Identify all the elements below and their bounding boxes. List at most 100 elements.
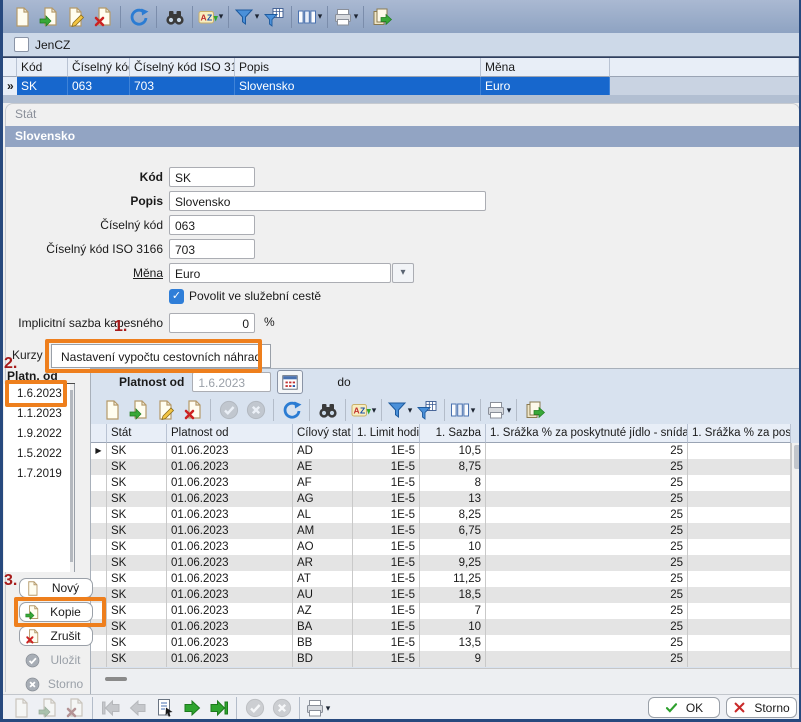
- cell[interactable]: 13: [420, 491, 486, 507]
- rates-grid[interactable]: StátPlatnost odCílový stat1. Limit hodin…: [91, 424, 791, 667]
- new-record-button[interactable]: [8, 3, 35, 30]
- cell[interactable]: 25: [486, 571, 688, 587]
- column-header[interactable]: Popis: [235, 58, 481, 77]
- cell[interactable]: 01.06.2023: [167, 603, 293, 619]
- cell[interactable]: 063: [68, 77, 130, 96]
- cell[interactable]: Euro: [481, 77, 610, 96]
- rate-row[interactable]: SK01.06.2023AO1E-51025: [91, 539, 791, 555]
- cell[interactable]: 25: [486, 603, 688, 619]
- platnost-od-input[interactable]: 1.6.2023: [192, 372, 271, 392]
- rate-row[interactable]: SK01.06.2023BD1E-5925: [91, 651, 791, 667]
- cell[interactable]: BD: [293, 651, 353, 667]
- validity-item[interactable]: 1.5.2022: [4, 444, 70, 464]
- cell[interactable]: 01.06.2023: [167, 539, 293, 555]
- new-rate-button[interactable]: [98, 397, 125, 424]
- cell[interactable]: 01.06.2023: [167, 475, 293, 491]
- cell[interactable]: 1E-5: [353, 651, 420, 667]
- sort-button[interactable]: ▾: [197, 3, 224, 30]
- cell[interactable]: BB: [293, 635, 353, 651]
- cell[interactable]: AG: [293, 491, 353, 507]
- countries-grid[interactable]: KódČíselný kódČíselný kód ISO 3166PopisM…: [3, 57, 799, 97]
- cell[interactable]: 10,5: [420, 443, 486, 459]
- cell[interactable]: Slovensko: [235, 77, 481, 96]
- cell[interactable]: SK: [107, 523, 167, 539]
- cell[interactable]: 11,25: [420, 571, 486, 587]
- cell[interactable]: [688, 443, 791, 459]
- validity-item[interactable]: 1.1.2023: [4, 404, 70, 424]
- cell[interactable]: 1E-5: [353, 491, 420, 507]
- cell[interactable]: 25: [486, 619, 688, 635]
- cell[interactable]: 1E-5: [353, 571, 420, 587]
- mena-combo[interactable]: Euro: [169, 263, 391, 283]
- cell[interactable]: 25: [486, 459, 688, 475]
- cell[interactable]: [688, 603, 791, 619]
- pocket-rate-input[interactable]: 0: [169, 313, 255, 333]
- rate-row[interactable]: SK01.06.2023BA1E-51025: [91, 619, 791, 635]
- cell[interactable]: 8,25: [420, 507, 486, 523]
- cell[interactable]: 8: [420, 475, 486, 491]
- cell[interactable]: 01.06.2023: [167, 507, 293, 523]
- popis-input[interactable]: Slovensko: [169, 191, 486, 211]
- validity-item[interactable]: 1.7.2019: [4, 464, 70, 484]
- cell[interactable]: [688, 651, 791, 667]
- cell[interactable]: [688, 555, 791, 571]
- sort-rates-button[interactable]: ▾: [350, 397, 377, 424]
- export-rates-button[interactable]: [521, 397, 548, 424]
- cell[interactable]: 9,25: [420, 555, 486, 571]
- ciselny-kod-input[interactable]: 063: [169, 215, 255, 235]
- cell[interactable]: SK: [107, 635, 167, 651]
- rate-row[interactable]: ▶SK01.06.2023AD1E-510,525: [91, 443, 791, 459]
- cell[interactable]: 10: [420, 539, 486, 555]
- novy-button[interactable]: Nový: [19, 578, 93, 598]
- cell[interactable]: 1E-5: [353, 475, 420, 491]
- print-button[interactable]: ▾: [332, 3, 359, 30]
- cell[interactable]: 18,5: [420, 587, 486, 603]
- cell[interactable]: [688, 491, 791, 507]
- cell[interactable]: [688, 571, 791, 587]
- rate-row[interactable]: SK01.06.2023AG1E-51325: [91, 491, 791, 507]
- delete-rate-button[interactable]: [179, 397, 206, 424]
- cell[interactable]: 7: [420, 603, 486, 619]
- allow-trip-checkbox[interactable]: ✓: [169, 289, 184, 304]
- column-header[interactable]: 1. Srážka % za poskytnuté jídlo - snídan…: [486, 424, 688, 443]
- edit-record-button[interactable]: [62, 3, 89, 30]
- cell[interactable]: AZ: [293, 603, 353, 619]
- columns-button[interactable]: ▾: [296, 3, 323, 30]
- copy-rate-button[interactable]: [125, 397, 152, 424]
- cell[interactable]: 01.06.2023: [167, 635, 293, 651]
- last-record-button[interactable]: [205, 695, 232, 722]
- find-button[interactable]: [161, 3, 188, 30]
- print-rates-button[interactable]: ▾: [485, 397, 512, 424]
- cell[interactable]: [688, 619, 791, 635]
- column-header[interactable]: Číselný kód ISO 3166: [130, 58, 235, 77]
- filter-rates-button[interactable]: ▾: [386, 397, 413, 424]
- rates-hscroll-thumb[interactable]: [105, 677, 127, 681]
- rate-row[interactable]: SK01.06.2023BB1E-513,525: [91, 635, 791, 651]
- column-header[interactable]: Platnost od: [167, 424, 293, 443]
- jencz-checkbox[interactable]: [14, 37, 29, 52]
- cell[interactable]: 01.06.2023: [167, 619, 293, 635]
- cell[interactable]: 01.06.2023: [167, 523, 293, 539]
- cell[interactable]: 10: [420, 619, 486, 635]
- cell[interactable]: 8,75: [420, 459, 486, 475]
- cell[interactable]: 9: [420, 651, 486, 667]
- tab-nastaveni[interactable]: Nastavení vypočtu cestovních náhrad: [51, 344, 271, 368]
- cell[interactable]: AE: [293, 459, 353, 475]
- cell[interactable]: SK: [107, 571, 167, 587]
- columns-rates-button[interactable]: ▾: [449, 397, 476, 424]
- copy-record-button[interactable]: [35, 3, 62, 30]
- cell[interactable]: BA: [293, 619, 353, 635]
- cell[interactable]: 1E-5: [353, 619, 420, 635]
- cell[interactable]: 1E-5: [353, 507, 420, 523]
- cell[interactable]: 13,5: [420, 635, 486, 651]
- cell[interactable]: 703: [130, 77, 235, 96]
- iso-input[interactable]: 703: [169, 239, 255, 259]
- find-rates-button[interactable]: [314, 397, 341, 424]
- cell[interactable]: 01.06.2023: [167, 555, 293, 571]
- edit-rate-button[interactable]: [152, 397, 179, 424]
- cell[interactable]: SK: [17, 77, 68, 96]
- validity-item[interactable]: 1.9.2022: [4, 424, 70, 444]
- cell[interactable]: [688, 475, 791, 491]
- cell[interactable]: [688, 635, 791, 651]
- rates-vscroll-thumb[interactable]: [794, 445, 801, 469]
